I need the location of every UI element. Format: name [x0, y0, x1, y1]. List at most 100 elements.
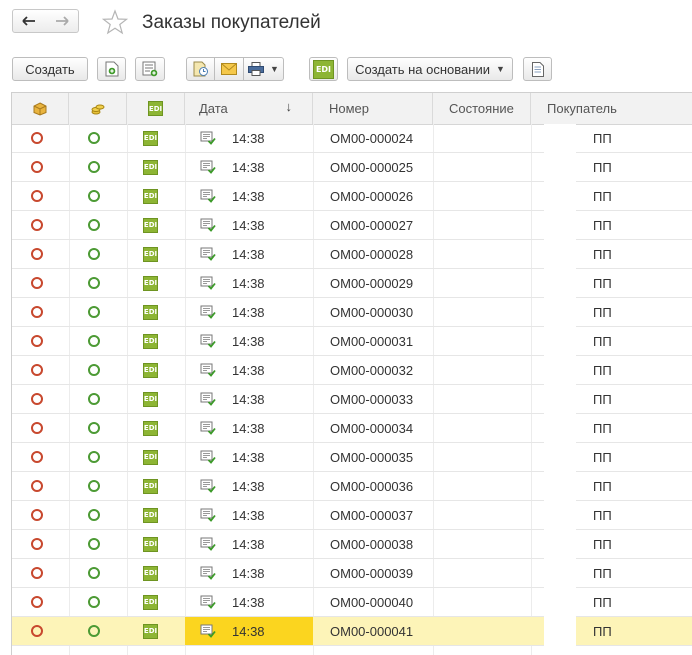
edi-status: EDI — [143, 472, 158, 500]
edi-button[interactable]: EDI — [309, 57, 338, 81]
edi-status: EDI — [143, 153, 158, 181]
col-edi[interactable]: EDI — [127, 93, 185, 124]
order-number: ОМ00-000028 — [330, 246, 414, 262]
edi-icon: EDI — [143, 130, 158, 146]
order-time: 14:38 — [232, 594, 265, 610]
table-row[interactable]: EDI 14:38 ОМ00-000033 Т ПП — [12, 385, 692, 414]
document-check-icon — [200, 624, 216, 638]
posted-status — [31, 153, 43, 181]
payment-status — [88, 559, 100, 587]
posted-status — [31, 211, 43, 239]
table-row[interactable]: EDI 14:38 ОМ00-000035 Т ПП — [12, 443, 692, 472]
order-number: ОМ00-000025 — [330, 159, 414, 175]
posted-status — [31, 443, 43, 471]
document-state-icon — [200, 443, 216, 471]
order-time: 14:38 — [232, 188, 265, 204]
not-posted-circle-icon — [31, 248, 43, 260]
posted-status — [31, 269, 43, 297]
edi-icon: EDI — [143, 188, 158, 204]
manager-name: ПП — [593, 159, 612, 175]
table-row[interactable]: EDI 14:38 ОМ00-000034 Т ПП — [12, 414, 692, 443]
order-time: 14:38 — [232, 275, 265, 291]
edi-icon: EDI — [143, 594, 158, 610]
table-row[interactable]: EDI 14:38 ОМ00-000037 Т ПП — [12, 501, 692, 530]
payment-status — [88, 269, 100, 297]
document-add-icon — [105, 61, 118, 77]
table-row[interactable]: EDI 14:38 ОМ00-000029 Т ПП — [12, 269, 692, 298]
document-state-icon — [200, 501, 216, 529]
document-check-icon — [200, 537, 216, 551]
table-row[interactable]: EDI 14:38 ОМ00-000031 Т ПП — [12, 327, 692, 356]
col-customer[interactable]: Покупатель — [531, 93, 692, 124]
paid-circle-icon — [88, 277, 100, 289]
document-state-icon — [200, 298, 216, 326]
document-check-icon — [200, 160, 216, 174]
order-time: 14:38 — [232, 304, 265, 320]
edi-icon: EDI — [313, 59, 334, 79]
paid-circle-icon — [88, 132, 100, 144]
document-check-icon — [200, 247, 216, 261]
document-check-icon — [200, 131, 216, 145]
create-based-on-button[interactable]: Создать на основании ▼ — [347, 57, 513, 81]
not-posted-circle-icon — [31, 422, 43, 434]
back-button[interactable] — [12, 9, 46, 33]
document-state-icon — [200, 211, 216, 239]
col-payment[interactable] — [69, 93, 127, 124]
manager-name: ПП — [593, 246, 612, 262]
posted-status — [31, 182, 43, 210]
table-row[interactable]: EDI 14:38 ОМ00-000026 Т ПП — [12, 182, 692, 211]
order-time: 14:38 — [232, 333, 265, 349]
edi-status: EDI — [143, 269, 158, 297]
table-row[interactable]: EDI 14:38 ОМ00-000030 Т ПП — [12, 298, 692, 327]
table-row[interactable]: EDI 14:38 ОМ00-000036 Т ПП — [12, 472, 692, 501]
payment-status — [88, 124, 100, 152]
edi-icon: EDI — [143, 275, 158, 291]
table-row[interactable]: EDI 14:38 ОМ00-000025 Т ПП — [12, 153, 692, 182]
payment-status — [88, 182, 100, 210]
manager-name: ПП — [593, 391, 612, 407]
list-settings-button[interactable] — [135, 57, 165, 81]
payment-status — [88, 327, 100, 355]
document-state-icon — [200, 240, 216, 268]
table-row[interactable]: EDI 14:38 ОМ00-000028 Т ПП — [12, 240, 692, 269]
table-row[interactable]: EDI 14:38 ОМ00-000039 Т ПП — [12, 559, 692, 588]
copy-button[interactable] — [97, 57, 126, 81]
order-time: 14:38 — [232, 391, 265, 407]
send-email-button[interactable] — [215, 57, 244, 81]
col-state[interactable]: Состояние — [433, 93, 531, 124]
report-button[interactable] — [186, 57, 215, 81]
payment-status — [88, 617, 100, 645]
payment-status — [88, 298, 100, 326]
page-title: Заказы покупателей — [142, 12, 321, 33]
order-number: ОМ00-000027 — [330, 217, 414, 233]
table-row[interactable]: EDI 14:38 ОМ00-000038 Т ПП — [12, 530, 692, 559]
forward-button[interactable] — [45, 9, 79, 33]
document-state-icon — [200, 588, 216, 616]
order-number: ОМ00-000041 — [330, 623, 414, 639]
not-posted-circle-icon — [31, 393, 43, 405]
table-row[interactable]: EDI 14:38 ОМ00-000024 Т ПП — [12, 124, 692, 153]
favorite-star-button[interactable] — [101, 9, 129, 35]
paid-circle-icon — [88, 451, 100, 463]
paid-circle-icon — [88, 190, 100, 202]
table-row[interactable]: EDI 14:38 ОМ00-000040 Т ПП — [12, 588, 692, 617]
posted-status — [31, 124, 43, 152]
not-posted-circle-icon — [31, 219, 43, 231]
col-date[interactable]: Дата ↓ — [185, 93, 313, 124]
create-button[interactable]: Создать — [12, 57, 88, 81]
print-send-group: ▼ — [186, 57, 284, 81]
table-row[interactable]: EDI 14:38 ОМ00-000041 Т ПП — [12, 617, 692, 646]
document-button[interactable] — [523, 57, 552, 81]
order-number: ОМ00-000030 — [330, 304, 414, 320]
order-time: 14:38 — [232, 130, 265, 146]
edi-icon: EDI — [143, 362, 158, 378]
table-row[interactable]: EDI 14:38 ОМ00-000032 Т ПП — [12, 356, 692, 385]
table-row[interactable]: EDI 14:38 ОМ00-000027 Т ПП — [12, 211, 692, 240]
order-number: ОМ00-000034 — [330, 420, 414, 436]
manager-name: ПП — [593, 362, 612, 378]
col-number[interactable]: Номер — [313, 93, 433, 124]
print-button[interactable]: ▼ — [244, 57, 284, 81]
posted-status — [31, 617, 43, 645]
order-time: 14:38 — [232, 449, 265, 465]
col-posted[interactable] — [12, 93, 69, 124]
